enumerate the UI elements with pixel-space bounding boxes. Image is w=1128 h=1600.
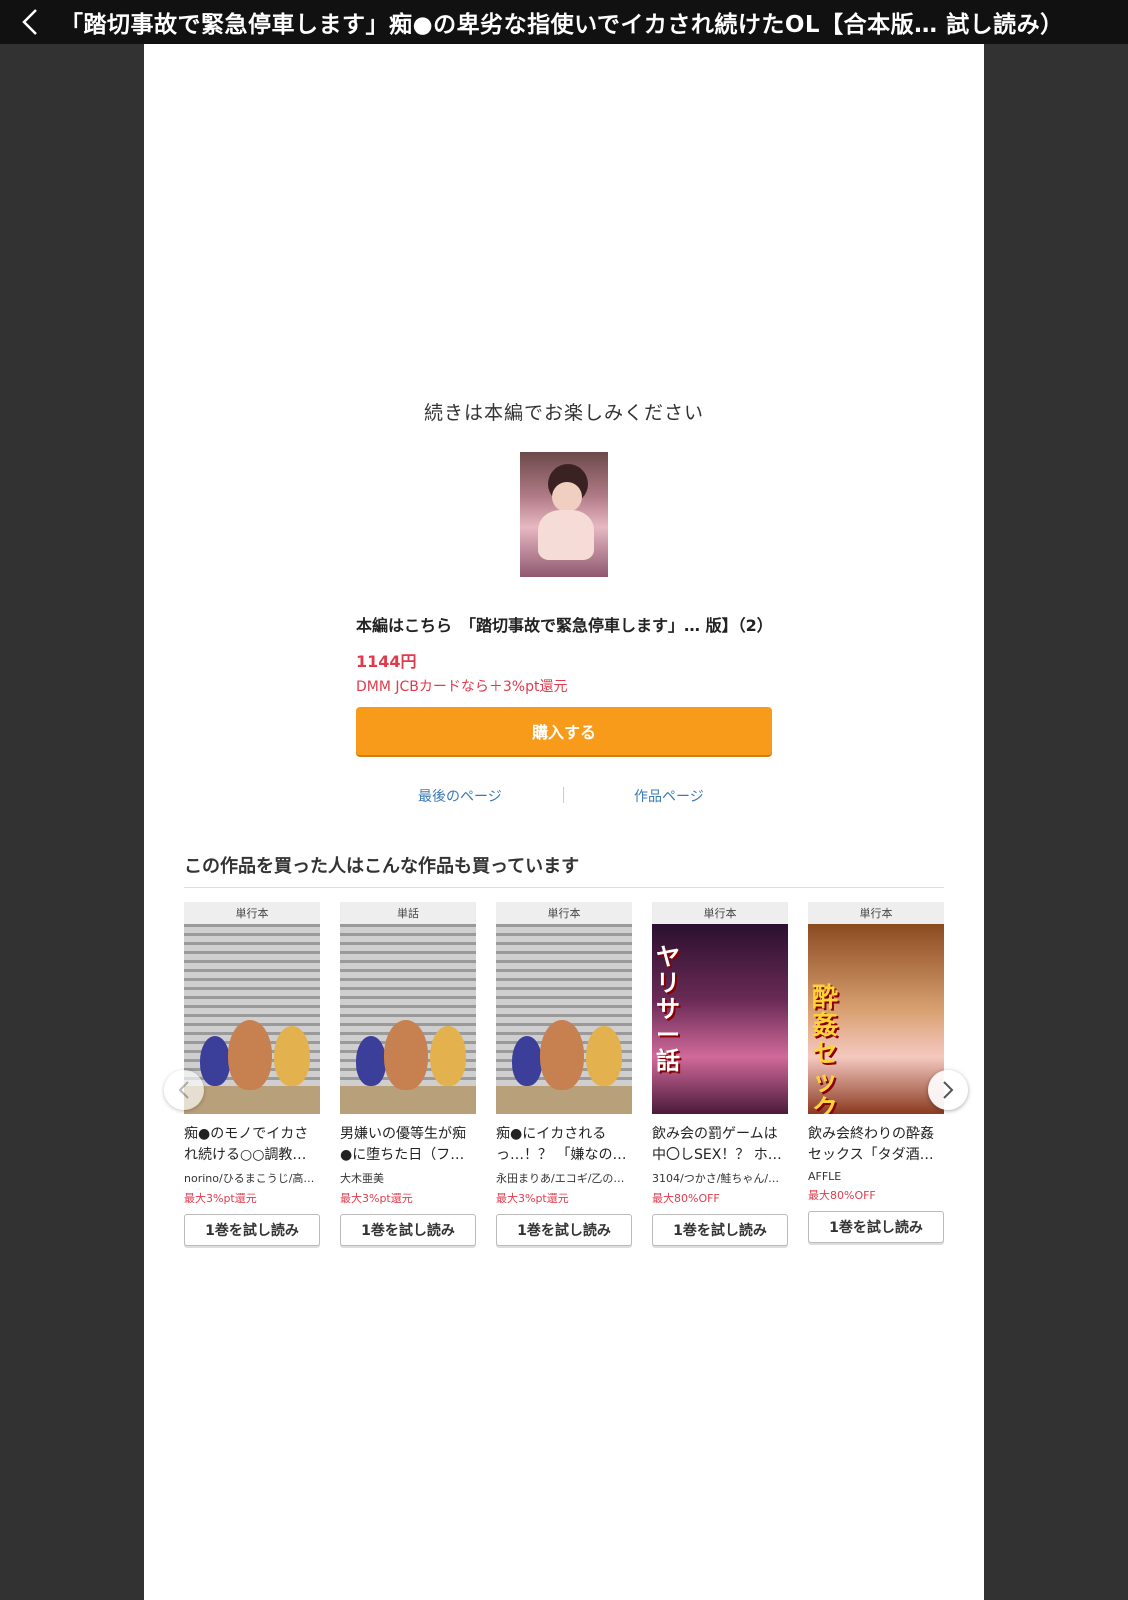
trial-read-button[interactable]: 1巻を試し読み <box>496 1214 632 1246</box>
promo-badge: 最大3%pt還元 <box>340 1192 413 1205</box>
book-title[interactable]: 痴●にイカされるっ…！？ 「嫌なの… <box>496 1124 632 1166</box>
carousel-next-button[interactable] <box>928 1070 968 1110</box>
cover-title: 酔姦セックス <box>812 983 839 1114</box>
recommendation-card[interactable]: 単行本 痴●のモノでイカされ続ける○○調教… norino/ひるまこうじ/高… … <box>184 902 320 1246</box>
reader-end-page: 続きは本編でお楽しみください 本編はこちら 「踏切事故で緊急停車します」… 版】… <box>144 44 984 1600</box>
book-title[interactable]: 飲み会終わりの酔姦セックス「タダ酒… <box>808 1124 944 1166</box>
page-title: 「踏切事故で緊急停車します」痴●の卑劣な指使いでイカされ続けたOL【合本版… 試… <box>60 12 1064 38</box>
format-badge: 単話 <box>340 902 476 924</box>
divider <box>184 887 944 888</box>
cashback-note: DMM JCBカードなら＋3%pt還元 <box>356 679 568 695</box>
back-button[interactable] <box>0 0 60 44</box>
book-cover[interactable] <box>340 924 476 1114</box>
recommendations-heading: この作品を買った人はこんな作品も買っています <box>184 856 580 877</box>
format-badge: 単行本 <box>496 902 632 924</box>
format-badge: 単行本 <box>652 902 788 924</box>
main-book-cover[interactable] <box>520 452 608 577</box>
book-cover[interactable]: ヤリサー話 <box>652 924 788 1114</box>
promo-badge: 最大3%pt還元 <box>184 1192 257 1205</box>
chevron-right-icon <box>943 1081 954 1099</box>
recommendations-carousel: 単行本 痴●のモノでイカされ続ける○○調教… norino/ひるまこうじ/高… … <box>164 902 968 1262</box>
book-author: norino/ひるまこうじ/高… <box>184 1172 315 1185</box>
promo-badge: 最大80%OFF <box>808 1189 876 1202</box>
recommendation-card[interactable]: 単行本 酔姦セックス 飲み会終わりの酔姦セックス「タダ酒… AFFLE 最大80… <box>808 902 944 1243</box>
format-badge: 単行本 <box>808 902 944 924</box>
book-cover[interactable]: 酔姦セックス <box>808 924 944 1114</box>
buy-button[interactable]: 購入する <box>356 707 772 755</box>
format-badge: 単行本 <box>184 902 320 924</box>
book-title[interactable]: 男嫌いの優等生が痴●に堕ちた日（フ… <box>340 1124 476 1166</box>
trial-read-button[interactable]: 1巻を試し読み <box>808 1211 944 1243</box>
chevron-left-icon <box>22 9 37 35</box>
recommendation-card[interactable]: 単行本 痴●にイカされるっ…！？ 「嫌なの… 永田まりあ/エコギ/乙の… 最大3… <box>496 902 632 1246</box>
trial-read-button[interactable]: 1巻を試し読み <box>652 1214 788 1246</box>
price: 1144円 <box>356 652 417 671</box>
recommendation-card[interactable]: 単行本 ヤリサー話 飲み会の罰ゲームは中〇しSEX！？ ホ… 3104/つかさ/… <box>652 902 788 1246</box>
carousel-prev-button[interactable] <box>164 1070 204 1110</box>
continue-message: 続きは本編でお楽しみください <box>423 402 704 424</box>
cover-title: ヤリサー話 <box>656 942 680 1075</box>
trial-read-button[interactable]: 1巻を試し読み <box>184 1214 320 1246</box>
book-author: AFFLE <box>808 1170 842 1183</box>
work-page-link[interactable]: 作品ページ <box>634 786 704 806</box>
trial-read-button[interactable]: 1巻を試し読み <box>340 1214 476 1246</box>
recommendation-card[interactable]: 単話 男嫌いの優等生が痴●に堕ちた日（フ… 大木亜美 最大3%pt還元 1巻を試… <box>340 902 476 1246</box>
book-title[interactable]: 飲み会の罰ゲームは中〇しSEX！？ ホ… <box>652 1124 788 1166</box>
book-cover[interactable] <box>496 924 632 1114</box>
main-product-title[interactable]: 本編はこちら 「踏切事故で緊急停車します」… 版】（2） <box>356 612 776 636</box>
book-cover[interactable] <box>184 924 320 1114</box>
book-author: 3104/つかさ/鮭ちゃん/… <box>652 1172 780 1185</box>
divider <box>563 787 564 803</box>
book-author: 永田まりあ/エコギ/乙の… <box>496 1172 625 1185</box>
chevron-left-icon <box>178 1081 189 1099</box>
book-title[interactable]: 痴●のモノでイカされ続ける○○調教… <box>184 1124 320 1166</box>
promo-badge: 最大80%OFF <box>652 1192 720 1205</box>
top-bar: 「踏切事故で緊急停車します」痴●の卑劣な指使いでイカされ続けたOL【合本版… 試… <box>0 0 1128 44</box>
promo-badge: 最大3%pt還元 <box>496 1192 569 1205</box>
book-author: 大木亜美 <box>340 1172 384 1185</box>
last-page-link[interactable]: 最後のページ <box>418 786 502 806</box>
